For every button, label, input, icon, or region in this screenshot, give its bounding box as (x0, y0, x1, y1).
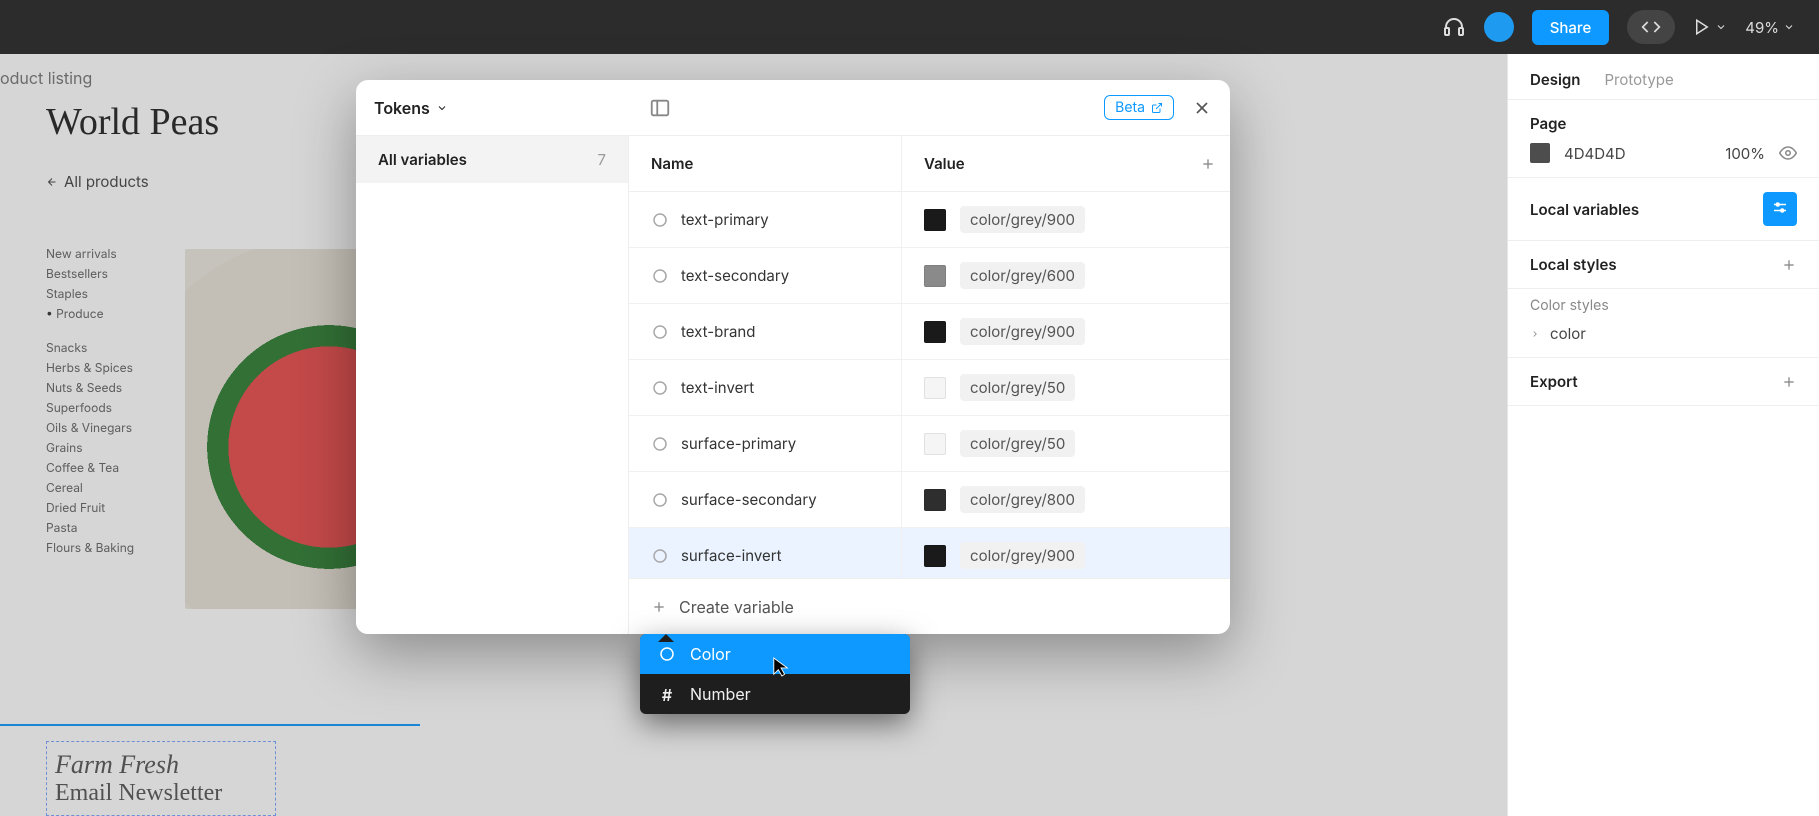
color-variable-icon (651, 379, 669, 397)
value-token[interactable]: color/grey/900 (960, 542, 1085, 569)
panel-tabs: Design Prototype (1508, 54, 1819, 100)
variables-modal: Tokens Beta All variables 7 Name (356, 80, 1230, 634)
create-variable-button[interactable]: Create variable (629, 578, 1230, 634)
color-variable-icon (651, 547, 669, 565)
variable-name: surface-invert (681, 546, 782, 565)
variable-name: text-brand (681, 322, 755, 341)
section-export: Export (1508, 357, 1819, 406)
variable-name: surface-secondary (681, 490, 817, 509)
color-variable-icon (651, 267, 669, 285)
color-swatch (924, 265, 946, 287)
color-variable-icon (651, 435, 669, 453)
color-swatch[interactable] (1530, 143, 1550, 163)
avatar[interactable] (1484, 12, 1514, 42)
modal-header: Tokens Beta (356, 80, 1230, 136)
color-variable-icon (651, 323, 669, 341)
table-header: Name Value (629, 136, 1230, 192)
modal-sidebar: All variables 7 (356, 136, 628, 634)
value-token[interactable]: color/grey/50 (960, 374, 1075, 401)
present-button[interactable] (1693, 18, 1727, 36)
variable-name: text-primary (681, 210, 769, 229)
top-toolbar: Share 49% (0, 0, 1819, 54)
opacity-value[interactable]: 100% (1725, 144, 1765, 163)
chevron-down-icon (1783, 21, 1795, 33)
table-row[interactable]: text-brand color/grey/900 (629, 304, 1230, 360)
section-title: Local variables (1530, 200, 1639, 219)
section-title: Export (1530, 372, 1578, 391)
headphones-icon[interactable] (1442, 15, 1466, 39)
plus-icon[interactable] (1781, 374, 1797, 390)
color-swatch (924, 489, 946, 511)
color-variable-icon (651, 491, 669, 509)
zoom-level[interactable]: 49% (1745, 18, 1795, 37)
share-button[interactable]: Share (1532, 10, 1610, 45)
caret-right-icon (1530, 329, 1540, 339)
table-row[interactable]: text-secondary color/grey/600 (629, 248, 1230, 304)
section-page: Page 4D4D4D 100% (1508, 100, 1819, 178)
section-title: Local styles (1530, 255, 1617, 274)
chevron-down-icon (1715, 21, 1727, 33)
hex-value[interactable]: 4D4D4D (1564, 144, 1626, 163)
column-name: Name (629, 154, 901, 173)
color-swatch (924, 321, 946, 343)
column-value: Value (901, 136, 1230, 191)
external-link-icon (1151, 102, 1163, 114)
eye-icon[interactable] (1779, 144, 1797, 162)
color-swatch (924, 377, 946, 399)
chevron-down-icon (436, 102, 448, 114)
section-title: Page (1530, 114, 1797, 133)
table-row[interactable]: text-primary color/grey/900 (629, 192, 1230, 248)
plus-icon[interactable] (1781, 257, 1797, 273)
variables-table: Name Value text-primary color/grey/900 t… (628, 136, 1230, 634)
variable-type-dropdown: Color # Number (640, 634, 910, 714)
menu-item-number[interactable]: # Number (640, 674, 910, 714)
style-row-color[interactable]: color (1508, 318, 1819, 357)
plus-icon (651, 599, 667, 615)
value-token[interactable]: color/grey/900 (960, 318, 1085, 345)
menu-item-color[interactable]: Color (640, 634, 910, 674)
variable-name: text-invert (681, 378, 754, 397)
variables-button[interactable] (1763, 192, 1797, 226)
section-local-variables: Local variables (1508, 178, 1819, 241)
value-token[interactable]: color/grey/800 (960, 486, 1085, 513)
table-row[interactable]: surface-primary color/grey/50 (629, 416, 1230, 472)
count-badge: 7 (598, 150, 607, 169)
dev-mode-toggle[interactable] (1627, 10, 1675, 44)
value-token[interactable]: color/grey/600 (960, 262, 1085, 289)
value-token[interactable]: color/grey/50 (960, 430, 1075, 457)
value-token[interactable]: color/grey/900 (960, 206, 1085, 233)
variable-name: surface-primary (681, 434, 796, 453)
table-row[interactable]: surface-secondary color/grey/800 (629, 472, 1230, 528)
beta-badge[interactable]: Beta (1104, 95, 1174, 120)
design-panel: Design Prototype Page 4D4D4D 100% Local … (1507, 54, 1819, 816)
tab-design[interactable]: Design (1530, 70, 1580, 89)
color-swatch (924, 433, 946, 455)
table-row[interactable]: text-invert color/grey/50 (629, 360, 1230, 416)
zoom-value: 49% (1745, 18, 1779, 37)
color-swatch (924, 209, 946, 231)
color-variable-icon (651, 211, 669, 229)
number-icon: # (658, 685, 676, 703)
tab-prototype[interactable]: Prototype (1604, 70, 1673, 89)
close-button[interactable] (1192, 98, 1212, 118)
table-row[interactable]: surface-invert color/grey/900 (629, 528, 1230, 578)
section-local-styles: Local styles (1508, 241, 1819, 289)
plus-icon[interactable] (1200, 156, 1216, 172)
subsection-color-styles: Color styles (1508, 289, 1819, 318)
color-icon (658, 645, 676, 663)
collection-dropdown[interactable]: Tokens (374, 98, 448, 118)
variable-name: text-secondary (681, 266, 789, 285)
sidebar-toggle-icon[interactable] (649, 97, 671, 119)
sidebar-item-all-variables[interactable]: All variables 7 (356, 136, 628, 183)
color-swatch (924, 545, 946, 567)
